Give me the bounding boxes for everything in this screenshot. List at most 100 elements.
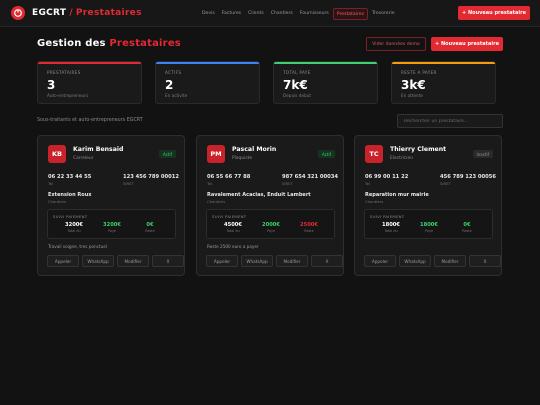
payment-paid-label: Paye: [107, 229, 117, 233]
top-bar: EGCRT / Prestataires Devis Factures Client…: [0, 0, 540, 27]
brand-section: Prestataires: [75, 8, 142, 18]
topbar-new-provider-button[interactable]: + Nouveau prestataire: [458, 6, 530, 20]
payment-rest-value: 0€: [146, 222, 154, 228]
section-label: Sous-traitants et auto-entrepreneurs EGC…: [37, 118, 143, 123]
stat-value: 3: [47, 78, 56, 92]
edit-button[interactable]: Modifier: [434, 255, 466, 267]
call-button[interactable]: Appeler: [206, 255, 238, 267]
provider-phone: 06 22 33 44 55: [48, 174, 92, 180]
provider-sites: Extension Roux: [48, 192, 92, 198]
payment-total-label: Total du: [226, 229, 240, 233]
stat-card-prestataires: PRESTATAIRES 3 Auto-entrepreneurs: [37, 61, 142, 104]
logo-icon[interactable]: [11, 6, 25, 20]
payment-rest: 0€ Reste: [451, 222, 483, 233]
provider-card[interactable]: PM Pascal Morin Plaquiste Actif 06 55 66…: [196, 135, 344, 276]
delete-button[interactable]: X: [469, 255, 501, 267]
stat-card-reste-a-payer: RESTE A PAYER 3k€ En attente: [391, 61, 496, 104]
avatar: PM: [207, 145, 225, 163]
payment-rest-label: Reste: [145, 229, 155, 233]
whatsapp-button[interactable]: WhatsApp: [241, 255, 273, 267]
call-button[interactable]: Appeler: [364, 255, 396, 267]
provider-trade: Plaquiste: [232, 156, 253, 161]
payment-rest: 2500€ Reste: [293, 222, 325, 233]
payment-total: 3200€ Total du: [58, 222, 90, 233]
payment-total-value: 1800€: [381, 222, 401, 228]
payment-title: SUIVI PAIEMENT: [212, 214, 247, 219]
payment-total-value: 4500€: [223, 222, 243, 228]
provider-siret: 987 654 321 00034: [282, 174, 338, 180]
provider-siret: 456 789 123 00056: [440, 174, 496, 180]
stat-sub: En activite: [165, 93, 188, 98]
status-badge: Inactif: [472, 150, 493, 158]
provider-phone: 06 99 00 11 22: [365, 174, 409, 180]
status-badge: Actif: [318, 150, 335, 158]
stat-sub: En attente: [401, 93, 423, 98]
payment-paid-value: 2000€: [261, 222, 281, 228]
new-provider-button[interactable]: + Nouveau prestataire: [431, 37, 503, 51]
payment-tracker: SUIVI PAIEMENT 4500€ Total du 2000€ Paye…: [206, 209, 335, 239]
payment-tracker: SUIVI PAIEMENT 1800€ Total du 1800€ Paye…: [364, 209, 493, 239]
stat-accent-bar: [392, 62, 495, 64]
provider-card[interactable]: TC Thierry Clement Electricien Inactif 0…: [354, 135, 502, 276]
phone-label: Tel: [207, 181, 213, 186]
stat-accent-bar: [156, 62, 259, 64]
payment-rest: 0€ Reste: [134, 222, 166, 233]
stat-sub: Depuis debut: [283, 93, 311, 98]
payment-title: SUIVI PAIEMENT: [53, 214, 88, 219]
nav-item-devis[interactable]: Devis: [199, 8, 218, 20]
provider-name: Pascal Morin: [232, 146, 277, 153]
provider-sites: Reparation mur mairie: [365, 192, 429, 198]
provider-siret: 123 456 789 00012: [123, 174, 179, 180]
nav-item-fournisseurs[interactable]: Fournisseurs: [297, 8, 332, 20]
sites-label: Chantiers: [207, 199, 226, 204]
whatsapp-button[interactable]: WhatsApp: [82, 255, 114, 267]
provider-card[interactable]: KB Karim Bensaid Carreleur Actif 06 22 3…: [37, 135, 185, 276]
stat-label: RESTE A PAYER: [401, 70, 437, 75]
stat-accent-bar: [38, 62, 141, 64]
payment-rest-value: 2500€: [299, 222, 319, 228]
stat-sub: Auto-entrepreneurs: [47, 93, 89, 98]
nav-item-prestataires[interactable]: Prestataires: [332, 8, 369, 20]
stat-label: TOTAL PAYE: [283, 70, 311, 75]
phone-label: Tel: [365, 181, 371, 186]
nav-item-clients[interactable]: Clients: [245, 8, 267, 20]
main-nav: Devis Factures Clients Chantiers Fournis…: [199, 8, 399, 20]
stat-value: 2: [165, 78, 174, 92]
avatar: KB: [48, 145, 66, 163]
brand-name: EGCRT: [32, 8, 67, 18]
payment-total-label: Total du: [67, 229, 81, 233]
payment-title: SUIVI PAIEMENT: [370, 214, 405, 219]
call-button[interactable]: Appeler: [47, 255, 79, 267]
phone-label: Tel: [48, 181, 54, 186]
payment-tracker: SUIVI PAIEMENT 3200€ Total du 3200€ Paye…: [47, 209, 176, 239]
provider-trade: Electricien: [390, 156, 413, 161]
provider-phone: 06 55 66 77 88: [207, 174, 251, 180]
brand: EGCRT / Prestataires: [32, 8, 142, 18]
nav-item-factures[interactable]: Factures: [219, 8, 244, 20]
provider-trade: Carreleur: [73, 156, 94, 161]
delete-button[interactable]: X: [152, 255, 184, 267]
provider-sites: Ravalement Acacias, Enduit Lambert: [207, 192, 311, 198]
payment-paid-label: Paye: [266, 229, 276, 233]
nav-item-chantiers[interactable]: Chantiers: [268, 8, 296, 20]
nav-item-tresorerie[interactable]: Tresorerie: [369, 8, 398, 20]
whatsapp-button[interactable]: WhatsApp: [399, 255, 431, 267]
siret-label: SIRET: [440, 181, 451, 186]
clear-demo-button[interactable]: Vider données demo: [366, 37, 426, 51]
payment-rest-value: 0€: [463, 222, 471, 228]
provider-note: Reste 2500 euro a payer: [207, 244, 259, 249]
stat-accent-bar: [274, 62, 377, 64]
status-badge: Actif: [159, 150, 176, 158]
search-input[interactable]: [397, 114, 503, 128]
payment-paid-value: 1800€: [419, 222, 439, 228]
provider-name: Karim Bensaid: [73, 146, 124, 153]
payment-total: 4500€ Total du: [217, 222, 249, 233]
payment-paid: 2000€ Paye: [255, 222, 287, 233]
edit-button[interactable]: Modifier: [276, 255, 308, 267]
payment-paid-value: 3200€: [102, 222, 122, 228]
stat-card-total-paye: TOTAL PAYE 7k€ Depuis debut: [273, 61, 378, 104]
delete-button[interactable]: X: [311, 255, 343, 267]
payment-rest-label: Reste: [462, 229, 472, 233]
siret-label: SIRET: [282, 181, 293, 186]
edit-button[interactable]: Modifier: [117, 255, 149, 267]
